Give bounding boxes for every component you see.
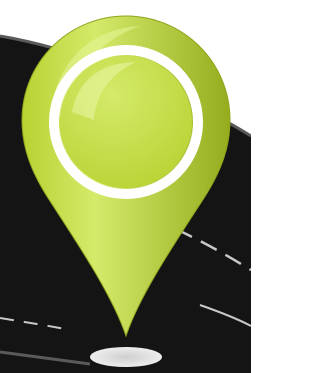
map-pin-illustration	[0, 15, 251, 373]
pin-shadow	[90, 347, 162, 367]
pin-inner-circle	[60, 56, 192, 188]
